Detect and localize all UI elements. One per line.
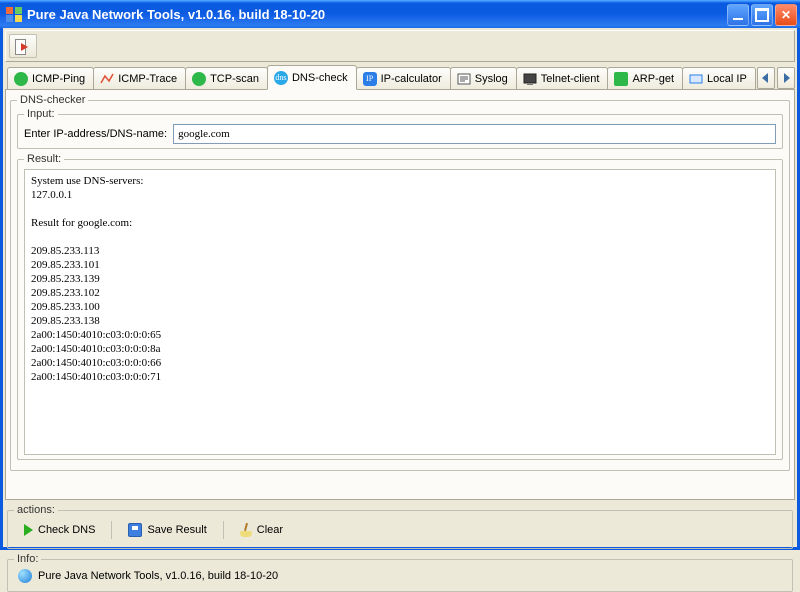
arp-icon: [614, 72, 628, 86]
clear-button[interactable]: Clear: [232, 520, 291, 540]
dns-checker-panel: DNS-checker Input: Enter IP-address/DNS-…: [10, 94, 790, 471]
ip-icon: IP: [363, 72, 377, 86]
input-field-label: Enter IP-address/DNS-name:: [24, 128, 167, 140]
info-section-label: Info:: [14, 553, 41, 565]
app-icon: [6, 7, 22, 23]
tab-dns-check[interactable]: dns DNS-check: [267, 65, 357, 90]
window-body: ICMP-Ping ICMP-Trace TCP-scan dns DNS-ch…: [0, 28, 800, 550]
tab-syslog[interactable]: Syslog: [450, 67, 517, 89]
tab-label: ICMP-Trace: [118, 73, 177, 85]
telnet-icon: [523, 72, 537, 86]
input-section-label: Input:: [24, 108, 58, 120]
tab-scroll-left[interactable]: [757, 67, 775, 89]
tab-label: ARP-get: [632, 73, 674, 85]
tab-label: Local IP: [707, 73, 747, 85]
tab-label: Syslog: [475, 73, 508, 85]
tab-telnet-client[interactable]: Telnet-client: [516, 67, 609, 89]
button-label: Check DNS: [38, 524, 95, 536]
tab-arp-get[interactable]: ARP-get: [607, 67, 683, 89]
save-result-button[interactable]: Save Result: [120, 520, 214, 540]
exit-button[interactable]: [9, 34, 37, 58]
tab-strip: ICMP-Ping ICMP-Trace TCP-scan dns DNS-ch…: [5, 64, 795, 90]
info-section: Info: Pure Java Network Tools, v1.0.16, …: [7, 553, 793, 592]
tab-scroll-right[interactable]: [777, 67, 795, 89]
top-toolbar: [5, 30, 795, 62]
actions-section: actions: Check DNS Save Result Clear: [7, 504, 793, 549]
close-button[interactable]: [775, 4, 797, 26]
play-icon: [24, 524, 33, 536]
exit-icon: [15, 39, 31, 53]
result-section: Result: System use DNS-servers: 127.0.0.…: [17, 153, 783, 460]
clear-icon: [240, 523, 252, 537]
titlebar[interactable]: Pure Java Network Tools, v1.0.16, build …: [0, 0, 800, 28]
tab-icmp-trace[interactable]: ICMP-Trace: [93, 67, 186, 89]
actions-section-label: actions:: [14, 504, 58, 516]
tab-label: IP-calculator: [381, 73, 442, 85]
check-dns-button[interactable]: Check DNS: [16, 521, 103, 539]
result-output[interactable]: System use DNS-servers: 127.0.0.1 Result…: [24, 169, 776, 455]
globe-icon: [18, 569, 32, 583]
minimize-button[interactable]: [727, 4, 749, 26]
trace-icon: [100, 72, 114, 86]
separator: [223, 521, 224, 539]
tab-tcp-scan[interactable]: TCP-scan: [185, 67, 268, 89]
save-icon: [128, 523, 142, 537]
info-text: Pure Java Network Tools, v1.0.16, build …: [38, 570, 278, 582]
localip-icon: [689, 72, 703, 86]
tab-ip-calculator[interactable]: IP IP-calculator: [356, 67, 451, 89]
dns-name-input[interactable]: [173, 124, 776, 144]
ping-icon: [14, 72, 28, 86]
tab-label: ICMP-Ping: [32, 73, 85, 85]
panel-title: DNS-checker: [17, 94, 88, 106]
scan-icon: [192, 72, 206, 86]
window-title: Pure Java Network Tools, v1.0.16, build …: [27, 7, 325, 22]
syslog-icon: [457, 72, 471, 86]
button-label: Clear: [257, 524, 283, 536]
tab-local-ip[interactable]: Local IP: [682, 67, 756, 89]
tab-label: DNS-check: [292, 72, 348, 84]
tab-icmp-ping[interactable]: ICMP-Ping: [7, 67, 94, 89]
separator: [111, 521, 112, 539]
dns-icon: dns: [274, 71, 288, 85]
result-section-label: Result:: [24, 153, 64, 165]
tab-label: Telnet-client: [541, 73, 600, 85]
button-label: Save Result: [147, 524, 206, 536]
input-section: Input: Enter IP-address/DNS-name:: [17, 108, 783, 149]
tab-content: DNS-checker Input: Enter IP-address/DNS-…: [5, 90, 795, 500]
maximize-button[interactable]: [751, 4, 773, 26]
tab-label: TCP-scan: [210, 73, 259, 85]
